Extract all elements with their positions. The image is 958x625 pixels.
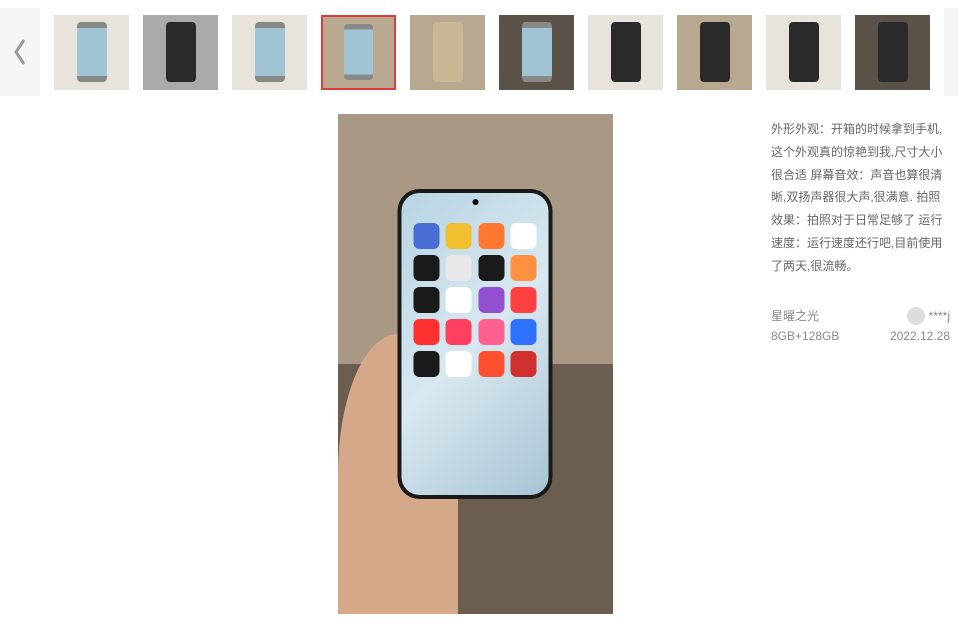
thumbnail-image [677, 15, 752, 90]
app-icon [414, 255, 440, 281]
app-icon [510, 287, 536, 313]
app-icon [478, 287, 504, 313]
thumbnail-image [232, 15, 307, 90]
thumbnail-image [499, 15, 574, 90]
thumbnail-5[interactable] [499, 15, 574, 90]
thumbnail-9[interactable] [855, 15, 930, 90]
app-icon [510, 223, 536, 249]
app-icon [478, 255, 504, 281]
app-icon [510, 351, 536, 377]
thumbnail-2[interactable] [232, 15, 307, 90]
thumbnail-4[interactable] [410, 15, 485, 90]
app-icon [446, 319, 472, 345]
thumbnail-carousel [0, 0, 958, 104]
avatar [907, 307, 925, 325]
app-icon [478, 351, 504, 377]
thumbnail-image [323, 17, 394, 88]
product-variant: 星曜之光 [771, 306, 839, 326]
thumbnail-8[interactable] [766, 15, 841, 90]
app-icon [414, 351, 440, 377]
thumbnail-7[interactable] [677, 15, 752, 90]
product-spec: 8GB+128GB [771, 326, 839, 346]
app-icon [414, 223, 440, 249]
main-content: 外形外观：开箱的时候拿到手机,这个外观真的惊艳到我,尺寸大小很合适 屏幕音效：声… [0, 104, 958, 614]
thumbnail-1[interactable] [143, 15, 218, 90]
next-arrow[interactable] [944, 8, 958, 96]
thumbnail-6[interactable] [588, 15, 663, 90]
thumbnail-image [143, 15, 218, 90]
prev-arrow[interactable] [0, 8, 40, 96]
reviewer-info: 星曜之光 8GB+128GB ****j 2022.12.28 [771, 306, 950, 347]
main-image-area [195, 114, 755, 614]
review-text: 外形外观：开箱的时候拿到手机,这个外观真的惊艳到我,尺寸大小很合适 屏幕音效：声… [771, 118, 950, 278]
app-icon [510, 319, 536, 345]
app-icon [478, 223, 504, 249]
app-icon [446, 223, 472, 249]
app-icon [446, 255, 472, 281]
thumbnail-image [410, 15, 485, 90]
app-icon [510, 255, 536, 281]
phone-device [398, 189, 553, 499]
app-icon [446, 351, 472, 377]
thumbnail-image [588, 15, 663, 90]
thumbnail-image [54, 15, 129, 90]
reviewer-username: ****j [929, 306, 950, 326]
review-date: 2022.12.28 [890, 326, 950, 346]
app-icon [478, 319, 504, 345]
chevron-left-icon [12, 38, 28, 66]
thumbnail-0[interactable] [54, 15, 129, 90]
app-icon [414, 319, 440, 345]
thumbnail-3[interactable] [321, 15, 396, 90]
app-icon [414, 287, 440, 313]
main-review-image[interactable] [338, 114, 613, 614]
review-panel: 外形外观：开箱的时候拿到手机,这个外观真的惊艳到我,尺寸大小很合适 屏幕音效：声… [755, 114, 958, 614]
thumbnail-image [766, 15, 841, 90]
thumbnail-image [855, 15, 930, 90]
app-icon [446, 287, 472, 313]
